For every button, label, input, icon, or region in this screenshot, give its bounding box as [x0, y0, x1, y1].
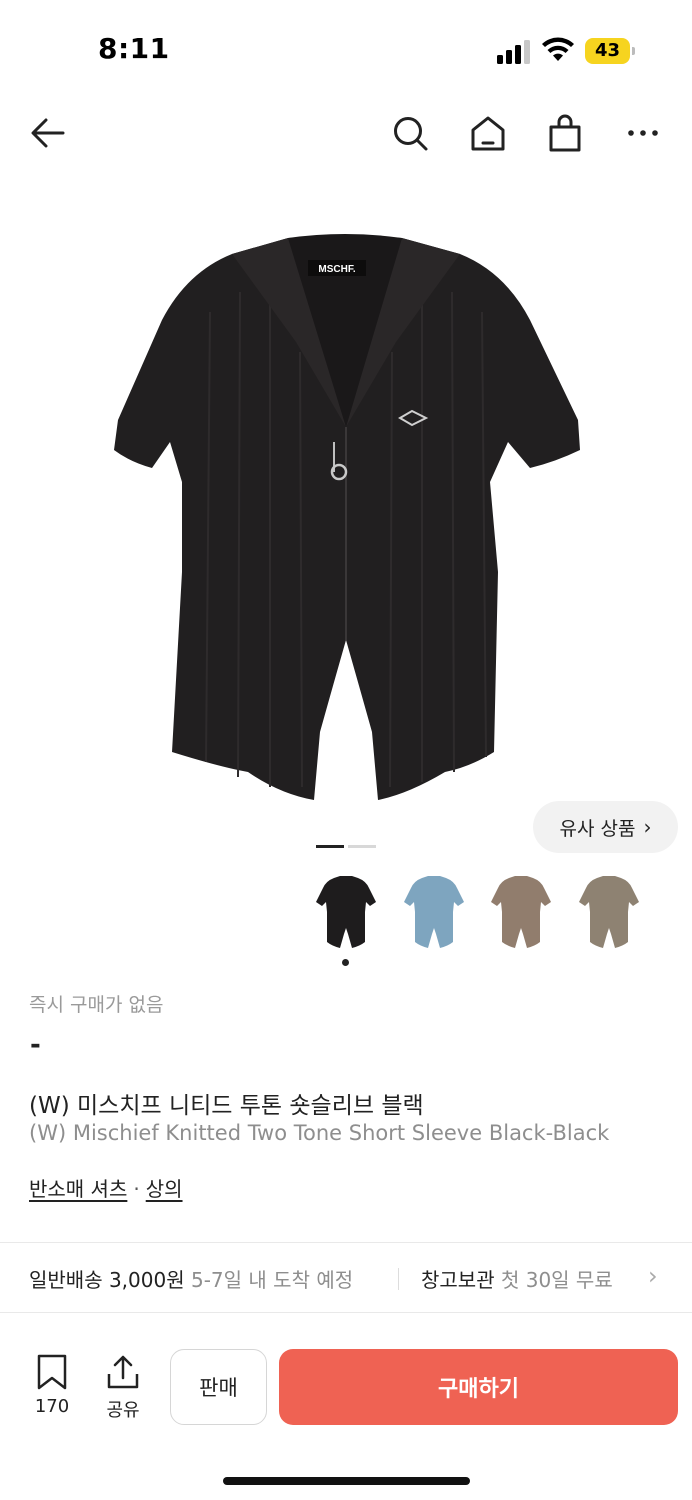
battery-level: 43: [594, 40, 621, 61]
back-arrow-icon[interactable]: [28, 113, 68, 153]
color-thumbnail-black[interactable]: [314, 872, 378, 952]
similar-products-button[interactable]: 유사 상품 ›: [533, 801, 678, 853]
battery-icon: 43: [585, 38, 635, 64]
share-label: 공유: [106, 1400, 140, 1421]
shopping-bag-icon[interactable]: [545, 113, 585, 153]
bookmark-icon: [37, 1354, 67, 1390]
standard-shipping-eta: 5-7일 내 도착 예정: [190, 1268, 354, 1292]
standard-shipping-label: 일반배송 3,000원: [29, 1268, 185, 1292]
color-thumbnail-brown[interactable]: [489, 872, 553, 952]
pager-inactive-indicator: [348, 845, 376, 848]
chevron-right-icon: ›: [648, 1262, 658, 1290]
pager-active-indicator: [316, 845, 344, 848]
signal-icon: [497, 40, 533, 64]
bookmark-button[interactable]: 170: [22, 1354, 82, 1417]
category-breadcrumb: 반소매 셔츠 · 상의: [29, 1173, 183, 1202]
home-indicator: [223, 1477, 470, 1485]
shipping-separator: [398, 1268, 399, 1290]
status-time: 8:11: [98, 32, 170, 65]
shipping-options-row[interactable]: 일반배송 3,000원 5-7일 내 도착 예정 창고보관 첫 30일 무료 ›: [0, 1244, 692, 1312]
product-title-korean: (W) 미스치프 니티드 투톤 숏슬리브 블랙: [29, 1093, 424, 1119]
standard-shipping-info: 일반배송 3,000원 5-7일 내 도착 예정: [29, 1264, 353, 1293]
bookmark-count: 170: [34, 1396, 70, 1417]
buy-button[interactable]: 구매하기: [279, 1349, 678, 1425]
divider: [0, 1242, 692, 1243]
warehouse-storage-offer: 첫 30일 무료: [500, 1268, 613, 1292]
warehouse-storage-label: 창고보관: [421, 1268, 495, 1292]
price: -: [30, 1030, 41, 1060]
color-thumbnail-grey[interactable]: [577, 872, 641, 952]
share-icon: [107, 1355, 139, 1389]
search-icon[interactable]: [390, 113, 430, 153]
warehouse-storage-info: 창고보관 첫 30일 무료: [421, 1264, 613, 1293]
home-icon[interactable]: [468, 113, 508, 153]
category-separator: ·: [133, 1177, 140, 1201]
chevron-right-icon: ›: [643, 815, 652, 839]
category-link-tops[interactable]: 상의: [146, 1177, 183, 1201]
product-title-english: (W) Mischief Knitted Two Tone Short Slee…: [29, 1121, 610, 1145]
color-thumbnail-blue[interactable]: [402, 872, 466, 952]
more-icon[interactable]: [623, 113, 663, 153]
bottom-action-bar: 170 공유 판매 구매하기: [0, 1330, 692, 1440]
divider: [0, 1312, 692, 1313]
category-link-short-sleeve[interactable]: 반소매 셔츠: [29, 1177, 127, 1201]
brand-label: MSCHF.: [318, 264, 355, 275]
selected-thumbnail-indicator: [342, 959, 349, 966]
instant-purchase-status: 즉시 구매가 없음: [29, 994, 164, 1016]
share-button[interactable]: 공유: [93, 1354, 153, 1422]
wifi-icon: [541, 37, 575, 63]
sell-button[interactable]: 판매: [170, 1349, 267, 1425]
product-image[interactable]: MSCHF.: [110, 232, 582, 804]
similar-products-label: 유사 상품: [559, 817, 636, 840]
image-pager: [316, 845, 376, 849]
status-bar: 8:11 43: [0, 0, 692, 100]
